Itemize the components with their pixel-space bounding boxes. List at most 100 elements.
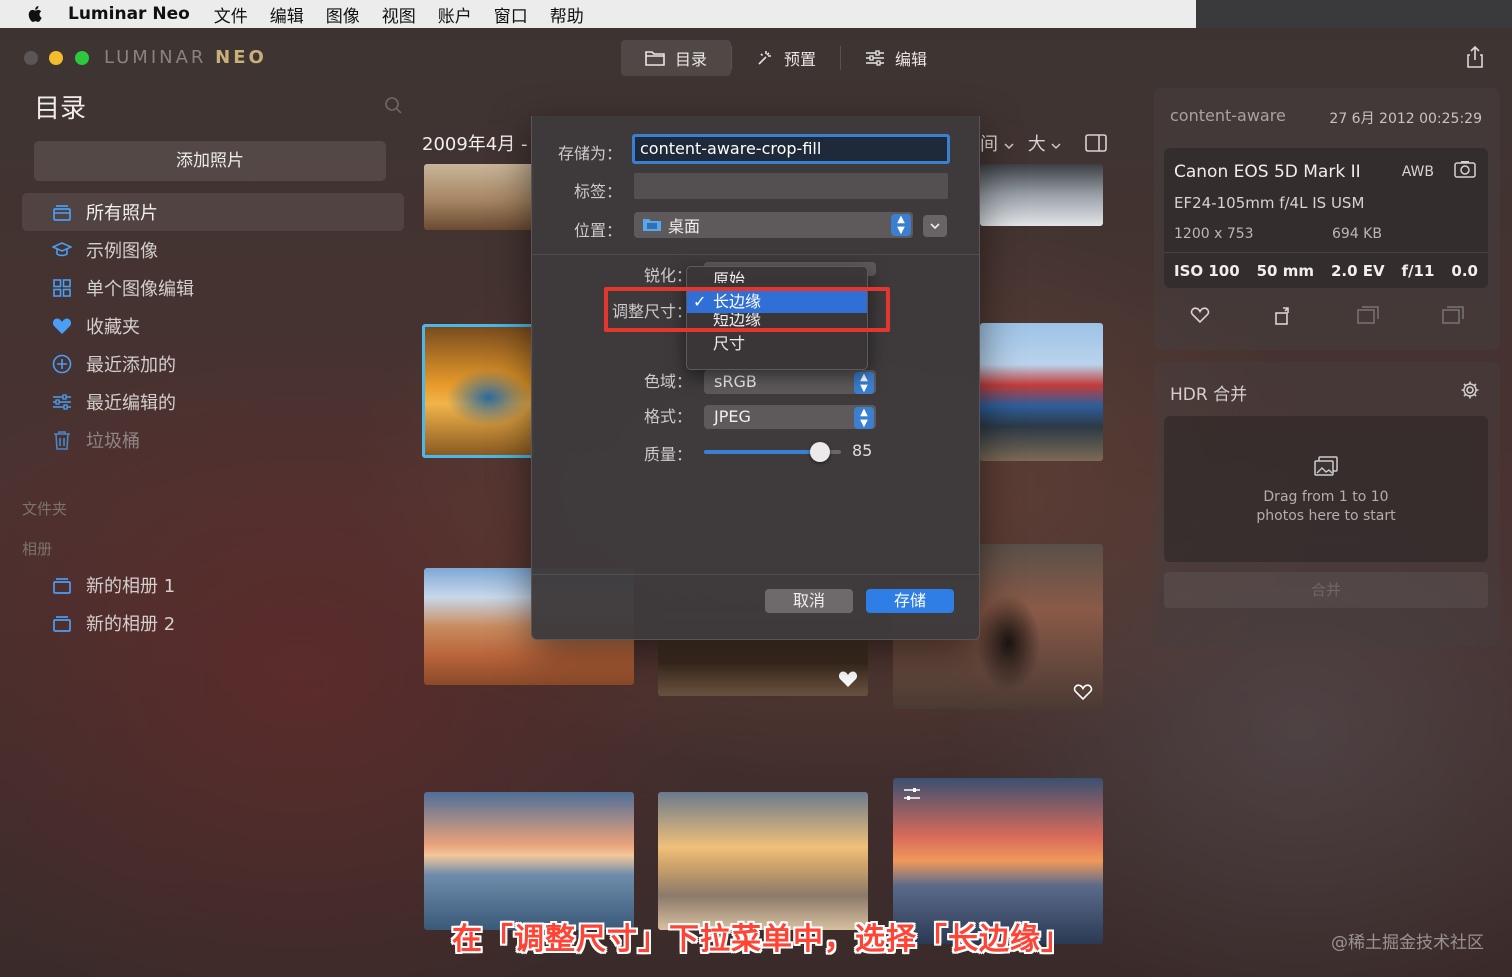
chevron-down-icon <box>930 223 940 230</box>
save-dialog: 存储为： content-aware-crop-fill 标签： 位置： 桌面 … <box>531 116 980 640</box>
tab-presets[interactable]: 预置 <box>732 40 840 76</box>
compare-icon[interactable] <box>1356 306 1379 324</box>
folder-icon <box>645 51 665 66</box>
watermark: @稀土掘金技术社区 <box>1331 933 1484 953</box>
sidebar-item-label: 所有照片 <box>86 203 158 224</box>
size-label: 大 <box>1027 134 1046 155</box>
menu-item-original[interactable]: 原始 <box>687 269 867 283</box>
sidebar-item-trash[interactable]: 垃圾桶 <box>22 421 404 459</box>
menu-image[interactable]: 图像 <box>326 2 360 27</box>
gear-icon[interactable] <box>1460 380 1480 400</box>
photo-thumbnail-selected[interactable] <box>422 324 534 458</box>
menu-item-dimensions[interactable]: 尺寸 <box>687 333 867 355</box>
menu-account[interactable]: 账户 <box>438 2 472 27</box>
expand-dialog-button[interactable] <box>923 215 947 237</box>
location-select[interactable]: 桌面 ▲ ▼ <box>634 212 913 238</box>
size-dropdown[interactable]: 大 <box>1028 130 1062 156</box>
rotate-icon[interactable] <box>1273 306 1293 326</box>
quality-slider-thumb[interactable] <box>810 442 831 462</box>
sidebar-item-recently-added[interactable]: 最近添加的 <box>22 345 404 383</box>
desktop-folder-icon <box>643 219 661 231</box>
heart-icon[interactable] <box>838 670 858 688</box>
lens-info: EF24-105mm f/4L IS USM <box>1174 194 1365 212</box>
window-minimize-button[interactable] <box>49 51 63 65</box>
heart-icon[interactable] <box>1073 683 1093 701</box>
exif-row: ISO 100 50 mm 2.0 EV f/11 0.0 <box>1174 262 1478 280</box>
brand-first: LUMINAR <box>104 47 207 68</box>
menu-view[interactable]: 视图 <box>382 2 416 27</box>
colorspace-select[interactable]: sRGB ▲ ▼ <box>704 370 876 394</box>
image-info-panel: content-aware 27 6月 2012 00:25:29 Canon … <box>1154 88 1500 350</box>
sidebar-item-label: 收藏夹 <box>86 317 140 338</box>
menu-help[interactable]: 帮助 <box>550 2 584 27</box>
album-icon <box>52 613 72 633</box>
camera-icon <box>1454 161 1476 178</box>
window-close-button[interactable] <box>24 51 38 65</box>
sharpen-label: 锐化： <box>643 266 692 285</box>
tags-field[interactable] <box>634 173 948 199</box>
heart-icon[interactable] <box>1190 306 1210 324</box>
sidebar-item-label: 最近添加的 <box>86 355 176 376</box>
panel-toggle-icon[interactable] <box>1085 134 1108 152</box>
apple-icon[interactable] <box>26 4 44 24</box>
menu-window[interactable]: 窗口 <box>494 2 528 27</box>
sidebar-item-label: 最近编辑的 <box>86 393 176 414</box>
top-navigation: 目录 预置 编辑 <box>621 40 951 76</box>
sidebar-item-album-2[interactable]: 新的相册 2 <box>22 604 404 642</box>
tab-catalog[interactable]: 目录 <box>621 40 732 76</box>
exif-focal-length: 50 mm <box>1256 262 1314 280</box>
sidebar-section-folders[interactable]: 文件夹 <box>22 498 67 519</box>
hdr-drop-zone[interactable]: Drag from 1 to 10 photos here to start <box>1164 416 1488 562</box>
sidebar-item-album-1[interactable]: 新的相册 1 <box>22 566 404 604</box>
divider <box>532 574 979 575</box>
add-photos-button[interactable]: 添加照片 <box>34 141 386 181</box>
file-name: content-aware <box>1170 106 1286 125</box>
menu-app[interactable]: Luminar Neo <box>68 4 190 24</box>
info-actions <box>1174 306 1480 326</box>
album-list: 新的相册 1 新的相册 2 <box>22 566 404 642</box>
highlight-annotation <box>604 287 890 332</box>
photo-thumbnail[interactable] <box>424 792 634 930</box>
quality-slider-fill <box>704 450 821 454</box>
gallery-toolbar: 间 大 <box>980 130 1108 156</box>
photo-thumbnail[interactable] <box>658 792 868 930</box>
duplicate-icon[interactable] <box>1442 306 1464 324</box>
tab-edit[interactable]: 编辑 <box>841 40 951 76</box>
updown-icon: ▲ ▼ <box>891 214 911 236</box>
window-zoom-button[interactable] <box>75 51 89 65</box>
menu-file[interactable]: 文件 <box>214 2 248 27</box>
search-icon[interactable] <box>384 96 402 114</box>
sidebar-item-sample-images[interactable]: 示例图像 <box>22 231 404 269</box>
share-icon[interactable] <box>1466 46 1484 68</box>
menubar: Luminar Neo 文件 编辑 图像 视图 账户 窗口 帮助 <box>0 0 1196 28</box>
photo-thumbnail[interactable] <box>424 164 534 230</box>
cancel-button[interactable]: 取消 <box>765 589 853 613</box>
format-value: JPEG <box>714 407 751 426</box>
photo-thumbnail[interactable] <box>980 164 1103 226</box>
menu-edit[interactable]: 编辑 <box>270 2 304 27</box>
sparkle-icon <box>758 51 772 65</box>
sidebar-item-all-photos[interactable]: 所有照片 <box>22 193 404 231</box>
filename-input[interactable]: content-aware-crop-fill <box>632 134 950 164</box>
quality-label: 质量： <box>643 445 692 464</box>
sidebar-item-favorites[interactable]: 收藏夹 <box>22 307 404 345</box>
updown-icon: ▲ ▼ <box>854 372 874 394</box>
merge-button[interactable]: 合并 <box>1164 572 1488 608</box>
sidebar-item-single-edits[interactable]: 单个图像编辑 <box>22 269 404 307</box>
sort-dropdown[interactable]: 间 <box>980 130 1014 156</box>
file-size: 694 KB <box>1332 226 1382 242</box>
sidebar-item-recently-edited[interactable]: 最近编辑的 <box>22 383 404 421</box>
quality-slider[interactable] <box>704 442 841 462</box>
photos-stack-icon <box>52 202 72 222</box>
format-select[interactable]: JPEG ▲ ▼ <box>704 405 876 429</box>
format-label: 格式： <box>643 407 692 426</box>
save-button[interactable]: 存储 <box>866 589 954 613</box>
exif-bias: 0.0 <box>1451 262 1478 280</box>
sidebar-section-albums[interactable]: 相册 <box>22 538 52 559</box>
photo-thumbnail[interactable] <box>980 323 1103 461</box>
tab-presets-label: 预置 <box>784 50 817 69</box>
tags-label: 标签： <box>573 182 622 201</box>
brand-second: NEO <box>215 47 267 68</box>
capture-date: 27 6月 2012 00:25:29 <box>1329 111 1482 127</box>
tutorial-caption: 在「调整尺寸」下拉菜单中，选择「长边缘」 <box>452 922 1072 957</box>
